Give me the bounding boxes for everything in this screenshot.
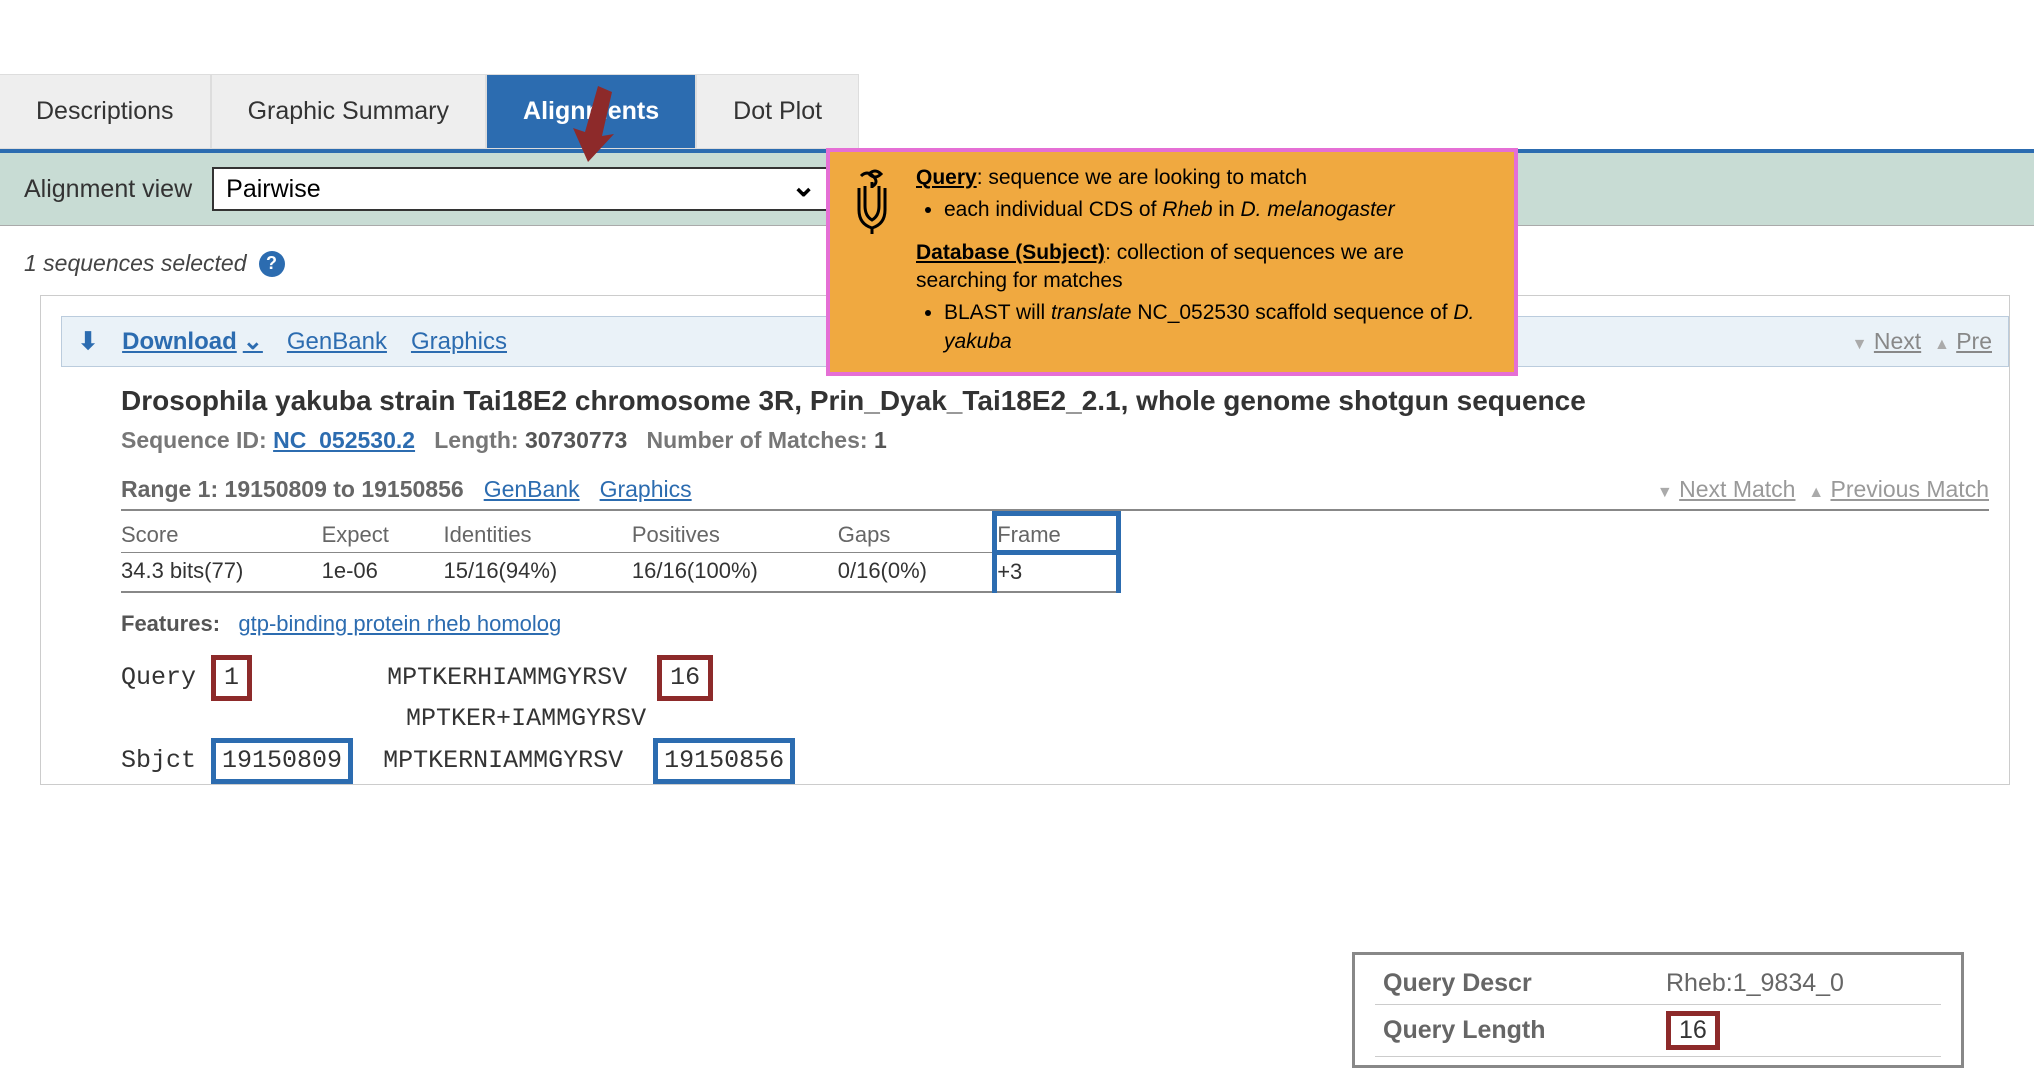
range-graphics-link[interactable]: Graphics [600,476,692,503]
query-descr-label: Query Descr [1375,963,1658,1005]
callout-db-label: Database (Subject) [916,241,1105,264]
sequence-matches: 1 [874,427,887,453]
stats-frame-header: Frame [995,514,1119,553]
tab-graphic-summary[interactable]: Graphic Summary [211,74,486,149]
triangle-up-icon: ▲ [1934,336,1950,353]
stats-frame-value: +3 [995,553,1119,593]
stats-expect-header: Expect [322,514,444,553]
previous-link[interactable]: Pre [1956,328,1992,354]
tab-descriptions[interactable]: Descriptions [0,74,211,149]
sequences-selected-text: 1 sequences selected [24,250,247,277]
alignment-view-label: Alignment view [24,175,192,204]
stats-table: Score Expect Identities Positives Gaps F… [121,511,1121,593]
range-genbank-link[interactable]: GenBank [484,476,580,503]
features-link[interactable]: gtp-binding protein rheb homolog [238,611,561,636]
next-match-link[interactable]: Next Match [1679,476,1795,502]
next-link[interactable]: Next [1874,328,1921,354]
graphics-link[interactable]: Graphics [411,328,507,356]
alignment-block: Query 1 MPTKERHIAMMGYRSV 16 MPTKER+IAMMG… [121,655,1989,784]
stats-identities-value: 15/16(94%) [444,553,632,593]
query-start-box: 1 [211,655,252,701]
sbjct-end-box: 19150856 [653,738,795,784]
sequence-meta: Sequence ID: NC_052530.2 Length: 3073077… [121,427,1989,454]
triangle-down-icon: ▼ [1852,336,1868,353]
reminder-icon [842,164,902,356]
callout-query-label: Query [916,166,977,189]
download-icon: ⬇ [78,327,98,356]
features-row: Features: gtp-binding protein rheb homol… [121,611,1989,637]
query-end-box: 16 [657,655,713,701]
range-label: Range 1: 19150809 to 19150856 [121,476,464,503]
sequence-id-link[interactable]: NC_052530.2 [273,427,415,453]
alignment-view-select[interactable]: Pairwise [212,167,832,211]
panel-nav: ▼ Next ▲ Pre [1852,328,1992,355]
stats-gaps-header: Gaps [838,514,995,553]
query-length-label: Query Length [1375,1005,1658,1057]
genbank-link[interactable]: GenBank [287,328,387,356]
tab-dot-plot[interactable]: Dot Plot [696,74,859,149]
tab-bar: Descriptions Graphic Summary Alignments … [0,74,2034,153]
stats-positives-header: Positives [632,514,838,553]
stats-score-header: Score [121,514,322,553]
arrow-annotation [560,86,630,172]
help-icon[interactable]: ? [259,251,285,277]
download-link[interactable]: Download [122,327,263,356]
prev-match-link[interactable]: Previous Match [1830,476,1989,502]
stats-expect-value: 1e-06 [322,553,444,593]
query-info-box: Query Descr Rheb:1_9834_0 Query Length 1… [1352,952,1964,1068]
callout-body: Query: sequence we are looking to match … [916,164,1496,356]
range-row: Range 1: 19150809 to 19150856 GenBank Gr… [121,476,1989,511]
triangle-down-icon: ▼ [1657,484,1673,501]
sbjct-start-box: 19150809 [211,738,353,784]
stats-score-value: 34.3 bits(77) [121,553,322,593]
stats-identities-header: Identities [444,514,632,553]
sequence-length: 30730773 [525,427,627,453]
query-length-value: 16 [1666,1011,1720,1050]
query-descr-value: Rheb:1_9834_0 [1658,963,1941,1005]
triangle-up-icon: ▲ [1808,484,1824,501]
info-callout: Query: sequence we are looking to match … [826,148,1518,376]
sequence-title: Drosophila yakuba strain Tai18E2 chromos… [121,385,1989,417]
stats-positives-value: 16/16(100%) [632,553,838,593]
stats-gaps-value: 0/16(0%) [838,553,995,593]
